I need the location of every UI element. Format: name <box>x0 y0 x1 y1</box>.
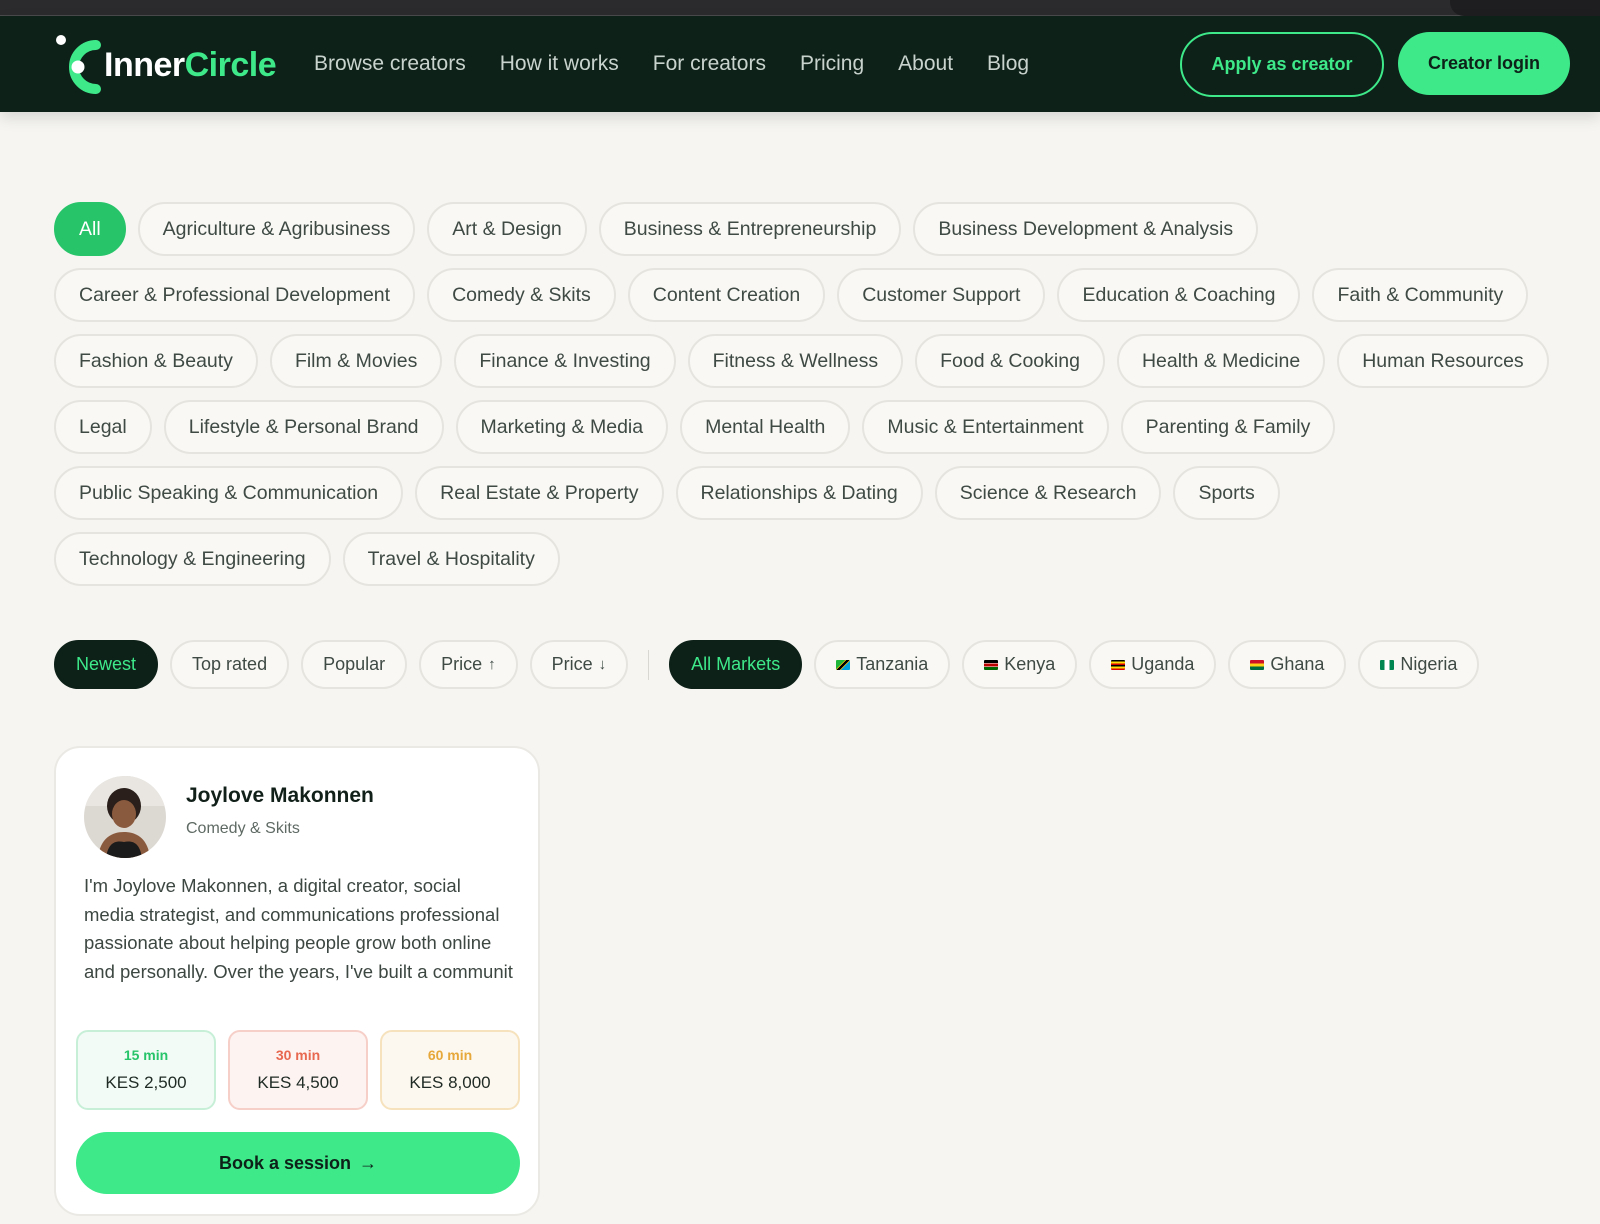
nav-link-browse-creators[interactable]: Browse creators <box>314 52 466 76</box>
nav-link-how-it-works[interactable]: How it works <box>500 52 619 76</box>
creator-bio: I'm Joylove Makonnen, a digital creator,… <box>84 875 513 982</box>
market-option-label: Kenya <box>1004 654 1056 674</box>
category-chip-customer-support[interactable]: Customer Support <box>837 268 1046 322</box>
category-chip-music-and-entertainment[interactable]: Music & Entertainment <box>862 400 1109 454</box>
category-chip-legal[interactable]: Legal <box>54 400 152 454</box>
price-amount: KES 8,000 <box>409 1073 491 1092</box>
creator-card[interactable]: Joylove Makonnen Comedy & Skits I'm Joyl… <box>54 746 540 1216</box>
inner-circle-logo-icon <box>56 35 101 94</box>
category-chip-fitness-and-wellness[interactable]: Fitness & Wellness <box>687 334 904 388</box>
category-chip-film-and-movies[interactable]: Film & Movies <box>269 334 443 388</box>
category-chip-career-and-professional-development[interactable]: Career & Professional Development <box>54 268 416 322</box>
sort-option-price-desc[interactable]: Price ↓ <box>529 640 629 689</box>
category-chip-health-and-medicine[interactable]: Health & Medicine <box>1116 334 1326 388</box>
category-chip-real-estate-and-property[interactable]: Real Estate & Property <box>415 466 664 520</box>
category-chip-content-creation[interactable]: Content Creation <box>627 268 826 322</box>
category-chip-business-and-entrepreneurship[interactable]: Business & Entrepreneurship <box>598 202 902 256</box>
creator-category: Comedy & Skits <box>186 820 300 837</box>
sort-option-label: Newest <box>76 654 137 674</box>
price-amount: KES 2,500 <box>105 1073 187 1092</box>
avatar-portrait-icon <box>84 776 166 858</box>
category-chip-public-speaking-and-communication[interactable]: Public Speaking & Communication <box>54 466 404 520</box>
filter-divider <box>648 649 650 680</box>
market-option-label: All Markets <box>691 654 781 674</box>
sort-and-market-filters: Newest Top rated Popular Price ↑ Price ↓ All Ma… <box>54 640 1480 689</box>
category-chip-comedy-and-skits[interactable]: Comedy & Skits <box>427 268 616 322</box>
category-chip-food-and-cooking[interactable]: Food & Cooking <box>915 334 1105 388</box>
price-duration: 15 min <box>123 1047 169 1063</box>
market-option-label: Tanzania <box>856 654 929 674</box>
category-chip-faith-and-community[interactable]: Faith & Community <box>1312 268 1529 322</box>
category-chip-all[interactable]: All <box>54 202 126 256</box>
browser-tab-edge <box>1450 0 1600 16</box>
arrow-up-icon: ↑ <box>488 656 496 673</box>
logo-word-inner: Inner <box>104 45 185 84</box>
price-duration: 30 min <box>275 1047 321 1063</box>
ghana-flag-icon <box>1250 659 1265 670</box>
book-session-label: Book a session <box>218 1152 352 1173</box>
category-chip-agriculture-and-agribusiness[interactable]: Agriculture & Agribusiness <box>137 202 416 256</box>
book-session-button[interactable]: Book a session → <box>76 1132 520 1194</box>
nav-link-about[interactable]: About <box>898 52 953 76</box>
category-chip-human-resources[interactable]: Human Resources <box>1337 334 1549 388</box>
kenya-flag-icon <box>984 659 999 670</box>
category-chip-science-and-research[interactable]: Science & Research <box>934 466 1162 520</box>
market-option-nigeria[interactable]: Nigeria <box>1358 640 1480 689</box>
nav-link-blog[interactable]: Blog <box>987 52 1029 76</box>
browser-chrome-strip <box>0 0 1600 16</box>
category-chip-mental-health[interactable]: Mental Health <box>680 400 851 454</box>
market-option-uganda[interactable]: Uganda <box>1089 640 1217 689</box>
creator-login-button[interactable]: Creator login <box>1398 32 1570 95</box>
sort-option-top-rated[interactable]: Top rated <box>170 640 290 689</box>
category-chip-relationships-and-dating[interactable]: Relationships & Dating <box>675 466 923 520</box>
sort-option-newest[interactable]: Newest <box>54 640 159 689</box>
market-option-label: Uganda <box>1131 654 1195 674</box>
price-duration: 60 min <box>427 1047 473 1063</box>
category-chip-parenting-and-family[interactable]: Parenting & Family <box>1120 400 1336 454</box>
market-option-tanzania[interactable]: Tanzania <box>814 640 951 689</box>
category-chip-art-and-design[interactable]: Art & Design <box>427 202 587 256</box>
tanzania-flag-icon <box>836 659 851 670</box>
market-option-all-markets[interactable]: All Markets <box>669 640 803 689</box>
category-chip-lifestyle-and-personal-brand[interactable]: Lifestyle & Personal Brand <box>163 400 444 454</box>
uganda-flag-icon <box>1111 659 1126 670</box>
sort-option-label: Price <box>441 654 483 674</box>
category-filter-list: All Agriculture & Agribusiness Art & Desig… <box>54 202 1554 586</box>
sort-option-label: Popular <box>323 654 386 674</box>
arrow-down-icon: ↓ <box>598 656 607 673</box>
market-option-kenya[interactable]: Kenya <box>962 640 1078 689</box>
category-chip-finance-and-investing[interactable]: Finance & Investing <box>454 334 676 388</box>
creator-name[interactable]: Joylove Makonnen <box>186 784 374 808</box>
category-chip-marketing-and-media[interactable]: Marketing & Media <box>455 400 669 454</box>
category-chip-travel-and-hospitality[interactable]: Travel & Hospitality <box>342 532 560 586</box>
arrow-right-icon: → <box>359 1152 378 1173</box>
creator-avatar[interactable] <box>84 776 166 858</box>
sort-option-popular[interactable]: Popular <box>301 640 408 689</box>
nav-link-pricing[interactable]: Pricing <box>800 52 864 76</box>
category-chip-education-and-coaching[interactable]: Education & Coaching <box>1057 268 1301 322</box>
nav-link-for-creators[interactable]: For creators <box>653 52 766 76</box>
logo-word-circle: Circle <box>184 45 277 84</box>
sort-option-price-asc[interactable]: Price ↑ <box>419 640 518 689</box>
market-option-label: Ghana <box>1270 654 1325 674</box>
price-amount: KES 4,500 <box>257 1073 339 1092</box>
market-option-ghana[interactable]: Ghana <box>1228 640 1347 689</box>
market-option-label: Nigeria <box>1400 654 1458 674</box>
nigeria-flag-icon <box>1380 659 1395 670</box>
price-option-60-min[interactable]: 60 min KES 8,000 <box>380 1030 520 1110</box>
price-option-30-min[interactable]: 30 min KES 4,500 <box>228 1030 368 1110</box>
site-header: InnerCircle Browse creators How it works… <box>0 16 1600 112</box>
price-option-15-min[interactable]: 15 min KES 2,500 <box>76 1030 216 1110</box>
session-price-list: 15 min KES 2,500 30 min KES 4,500 60 min… <box>76 1030 520 1110</box>
main-nav: Browse creators How it works For creator… <box>314 16 1029 112</box>
category-chip-fashion-and-beauty[interactable]: Fashion & Beauty <box>54 334 258 388</box>
logo[interactable]: InnerCircle <box>52 30 282 100</box>
logo-wordmark: InnerCircle <box>104 45 277 85</box>
category-chip-business-development-and-analysis[interactable]: Business Development & Analysis <box>913 202 1259 256</box>
sort-option-label: Price <box>551 654 593 674</box>
category-chip-technology-and-engineering[interactable]: Technology & Engineering <box>54 532 331 586</box>
apply-as-creator-button[interactable]: Apply as creator <box>1180 32 1384 97</box>
sort-option-label: Top rated <box>192 654 268 674</box>
category-chip-sports[interactable]: Sports <box>1173 466 1280 520</box>
